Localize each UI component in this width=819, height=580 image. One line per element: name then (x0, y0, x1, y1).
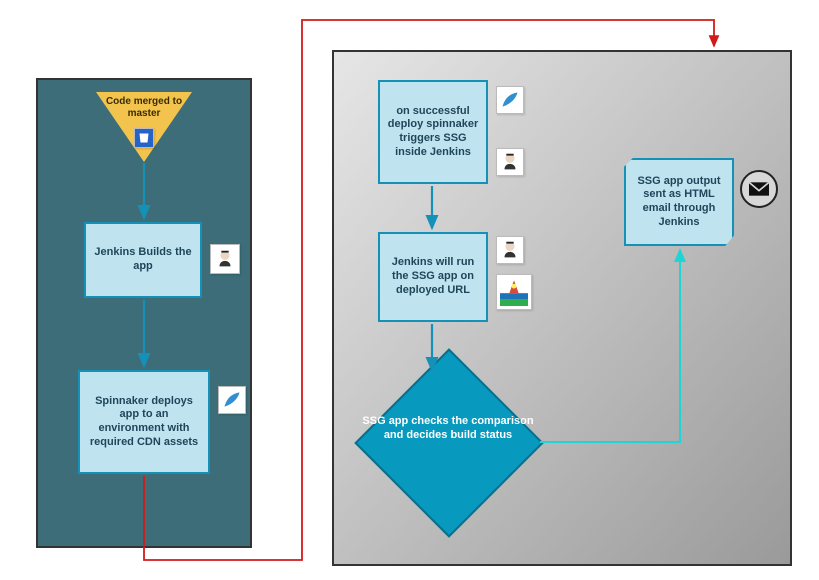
node-trigger-label: on successful deploy spinnaker triggers … (386, 105, 480, 160)
spinnaker-icon (496, 86, 524, 114)
lighthouse-icon (496, 274, 532, 310)
node-run-label: Jenkins will run the SSG app on deployed… (386, 256, 480, 297)
node-spinnaker-deploy: Spinnaker deploys app to an environment … (78, 370, 210, 474)
bitbucket-icon (134, 128, 154, 148)
node-merge-label: Code merged to master (96, 96, 192, 119)
spinnaker-icon (218, 386, 246, 414)
email-icon (740, 170, 778, 208)
node-jenkins-build-label: Jenkins Builds the app (92, 246, 194, 274)
jenkins-icon (496, 148, 524, 176)
node-run: Jenkins will run the SSG app on deployed… (378, 232, 488, 322)
jenkins-icon (210, 244, 240, 274)
jenkins-icon (496, 236, 524, 264)
node-check-label: SSG app checks the comparison and decide… (362, 414, 534, 443)
node-email-note: SSG app output sent as HTML email throug… (624, 158, 734, 246)
node-email-label: SSG app output sent as HTML email throug… (634, 175, 724, 230)
node-trigger: on successful deploy spinnaker triggers … (378, 80, 488, 184)
node-spinnaker-deploy-label: Spinnaker deploys app to an environment … (86, 395, 202, 450)
node-jenkins-build: Jenkins Builds the app (84, 222, 202, 298)
